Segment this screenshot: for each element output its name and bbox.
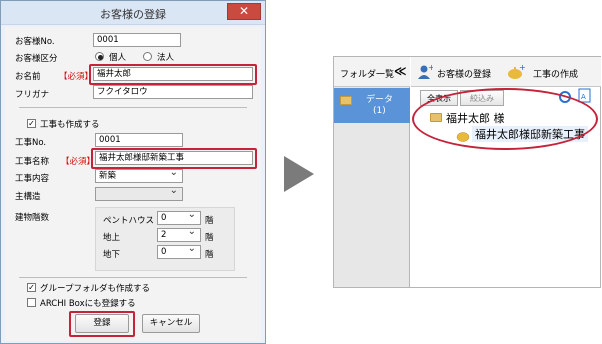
divider — [19, 107, 247, 108]
group-folder-label: グループフォルダも作成する — [40, 284, 150, 294]
svg-text:A: A — [581, 93, 586, 101]
dialog-body: お客様No. 0001 お客様区分 個人 法人 お名前 【必須】 福井太郎 フリ… — [5, 27, 261, 341]
work-name-label: 工事名称 — [15, 157, 50, 167]
work-no-label: 工事No. — [15, 138, 47, 148]
radio-corporate-label: 法人 — [157, 53, 175, 63]
create-work-checkbox[interactable]: ✓ — [27, 119, 36, 128]
close-button[interactable]: ✕ — [227, 3, 261, 20]
above-select[interactable]: 2 — [157, 228, 201, 242]
furigana-label: フリガナ — [15, 90, 50, 100]
folder-list-label: フォルダ一覧 — [340, 70, 395, 80]
tab-bar: + お客様の登録 + 工事の作成 — [411, 57, 601, 87]
work-name-field[interactable]: 福井太郎様邸新築工事 — [95, 151, 253, 165]
radio-individual[interactable] — [95, 52, 104, 61]
work-create-icon: + — [508, 64, 525, 79]
name-label: お名前 — [15, 72, 41, 82]
customer-type-label: お客様区分 — [15, 54, 58, 64]
radio-individual-label: 個人 — [109, 53, 127, 63]
folder-item-count: (1) — [373, 106, 386, 116]
structure-select[interactable] — [95, 187, 183, 201]
work-content-select[interactable]: 新築 — [95, 169, 183, 183]
arrow-icon — [284, 156, 314, 192]
cancel-button[interactable]: キャンセル — [142, 314, 200, 333]
svg-text:+: + — [428, 64, 433, 72]
group-folder-checkbox[interactable]: ✓ — [27, 283, 36, 292]
folder-item-label: データ — [366, 95, 394, 105]
archi-box-label: ARCHI Boxにも登録する — [40, 299, 136, 309]
furigana-field[interactable]: フクイタロウ — [93, 85, 253, 99]
above-unit: 階 — [205, 233, 214, 243]
folder-list-header: フォルダ一覧 ≪ — [334, 57, 410, 87]
work-no-field[interactable]: 0001 — [95, 133, 183, 147]
collapse-icon[interactable]: ≪ — [394, 64, 407, 78]
dialog-title: お客様の登録 — [100, 8, 166, 21]
customer-registration-dialog: お客様の登録 ✕ お客様No. 0001 お客様区分 個人 法人 お名前 【必須… — [0, 0, 266, 344]
penthouse-unit: 階 — [205, 216, 214, 226]
name-field[interactable]: 福井太郎 — [93, 67, 253, 81]
below-label: 地下 — [103, 250, 121, 260]
floors-label: 建物階数 — [15, 213, 50, 223]
create-work-label: 工事も作成する — [40, 120, 100, 130]
register-button[interactable]: 登録 — [75, 314, 129, 333]
divider — [19, 277, 247, 278]
below-select[interactable]: 0 — [157, 245, 201, 259]
highlight-oval — [412, 88, 598, 150]
title-bar: お客様の登録 ✕ — [1, 1, 265, 25]
penthouse-label: ペントハウス — [103, 216, 155, 226]
customer-no-label: お客様No. — [15, 37, 55, 47]
above-label: 地上 — [103, 233, 121, 243]
work-name-required-badge: 【必須】 — [61, 157, 96, 167]
user-add-icon: + — [418, 64, 433, 79]
tab-work-create[interactable]: 工事の作成 — [533, 67, 578, 80]
name-required-badge: 【必須】 — [59, 72, 94, 82]
folder-icon — [340, 96, 352, 105]
radio-corporate[interactable] — [143, 52, 152, 61]
customer-no-field[interactable]: 0001 — [93, 33, 181, 47]
svg-text:+: + — [519, 64, 525, 72]
work-content-label: 工事内容 — [15, 174, 50, 184]
folder-list-pane: フォルダ一覧 ≪ データ (1) — [334, 57, 410, 287]
below-unit: 階 — [205, 250, 214, 260]
folder-item-data[interactable]: データ (1) — [334, 88, 410, 123]
structure-label: 主構造 — [15, 192, 41, 202]
archi-box-checkbox[interactable] — [27, 298, 36, 307]
tab-customer-register[interactable]: お客様の登録 — [437, 67, 491, 80]
penthouse-select[interactable]: 0 — [157, 211, 201, 225]
